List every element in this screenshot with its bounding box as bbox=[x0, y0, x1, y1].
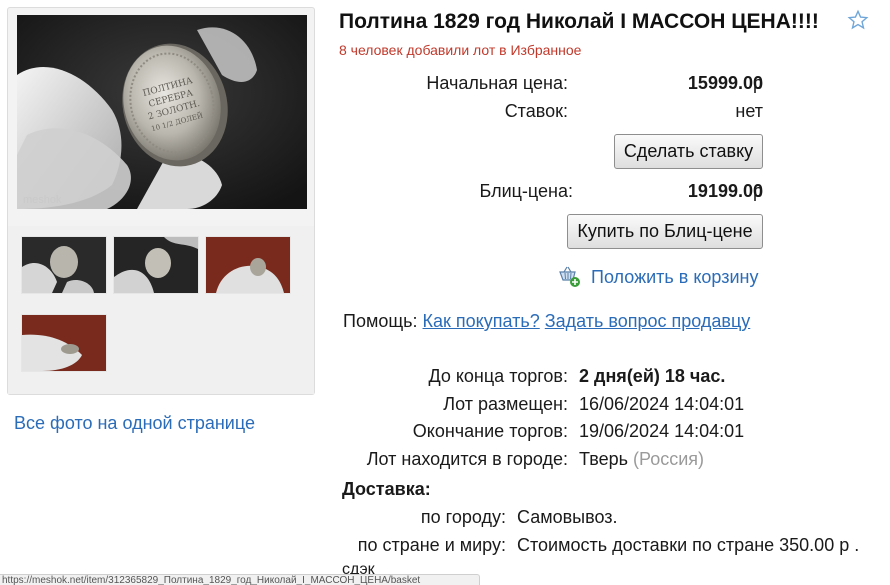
thumbnail-strip bbox=[8, 226, 314, 394]
start-price-value: 15999.00 bbox=[688, 73, 763, 94]
posted-value: 16/06/2024 14:04:01 bbox=[579, 394, 745, 414]
start-price-amount: 15999.00 bbox=[687, 73, 763, 93]
ends-value: 19/06/2024 14:04:01 bbox=[579, 421, 745, 441]
blitz-price-amount: 19199.00 bbox=[687, 181, 763, 201]
city-value: Тверь (Россия) bbox=[579, 449, 704, 470]
add-to-cart-label: Положить в корзину bbox=[591, 266, 759, 287]
posted-label: Лот размещен: bbox=[443, 394, 568, 414]
ask-seller-link[interactable]: Задать вопрос продавцу bbox=[545, 311, 751, 331]
delivery-city-label: по городу: bbox=[420, 507, 506, 527]
how-to-buy-link[interactable]: Как покупать? bbox=[423, 311, 540, 331]
thumbnail-image bbox=[22, 315, 106, 371]
start-price-currency: р bbox=[753, 73, 764, 93]
delivery-country-label: по стране и миру: bbox=[357, 535, 506, 555]
time-left-value: 2 дня(ей) 18 час. bbox=[579, 366, 726, 386]
lot-title: Полтина 1829 год Николай I МАССОН ЦЕНА!!… bbox=[339, 10, 819, 33]
delivery-heading: Доставка: bbox=[342, 479, 431, 499]
bids-label: Ставок: bbox=[504, 101, 568, 121]
bids-value: нет bbox=[735, 101, 763, 121]
browser-status-bar: https://meshok.net/item/312365829_Полтин… bbox=[0, 574, 480, 585]
place-bid-button[interactable]: Сделать ставку bbox=[614, 134, 763, 169]
coin-in-glove-image: ПОЛТИНА СЕРЕБРА 2 ЗОЛОТН. 10 1/2 ДОЛЕЙ m… bbox=[17, 15, 307, 209]
time-left-label: До конца торгов: bbox=[428, 366, 568, 386]
delivery-country-value: Стоимость доставки по стране 350.00 р . bbox=[517, 535, 860, 555]
thumbnail-image bbox=[114, 237, 198, 293]
buy-now-button[interactable]: Купить по Блиц-цене bbox=[567, 214, 763, 249]
basket-add-icon bbox=[559, 266, 580, 287]
country-name: (Россия) bbox=[632, 449, 704, 469]
city-name: Тверь bbox=[579, 449, 628, 469]
star-outline-icon[interactable] bbox=[847, 9, 869, 31]
start-price-label: Начальная цена: bbox=[426, 73, 568, 93]
ends-label: Окончание торгов: bbox=[412, 421, 568, 441]
help-row: Помощь: Как покупать? Задать вопрос прод… bbox=[343, 311, 750, 332]
blitz-price-label: Блиц-цена: bbox=[479, 181, 573, 201]
photo-gallery: ПОЛТИНА СЕРЕБРА 2 ЗОЛОТН. 10 1/2 ДОЛЕЙ m… bbox=[7, 7, 315, 395]
blitz-price-currency: р bbox=[753, 181, 764, 201]
main-photo[interactable]: ПОЛТИНА СЕРЕБРА 2 ЗОЛОТН. 10 1/2 ДОЛЕЙ m… bbox=[17, 15, 307, 209]
thumbnail-4[interactable] bbox=[21, 314, 107, 372]
thumbnail-1[interactable] bbox=[21, 236, 107, 294]
thumbnail-3[interactable] bbox=[205, 236, 291, 294]
thumbnail-2[interactable] bbox=[113, 236, 199, 294]
all-photos-link[interactable]: Все фото на одной странице bbox=[14, 413, 255, 434]
watermark-logo: meshok bbox=[23, 194, 62, 206]
thumbnail-image bbox=[206, 237, 290, 293]
favorites-count-text: 8 человек добавили лот в Избранное bbox=[339, 42, 582, 58]
city-label: Лот находится в городе: bbox=[366, 449, 568, 469]
add-to-cart-link[interactable]: Положить в корзину bbox=[558, 264, 759, 290]
help-label: Помощь: bbox=[343, 311, 418, 331]
delivery-city-value: Самовывоз. bbox=[517, 507, 618, 527]
thumbnail-image bbox=[22, 237, 106, 293]
